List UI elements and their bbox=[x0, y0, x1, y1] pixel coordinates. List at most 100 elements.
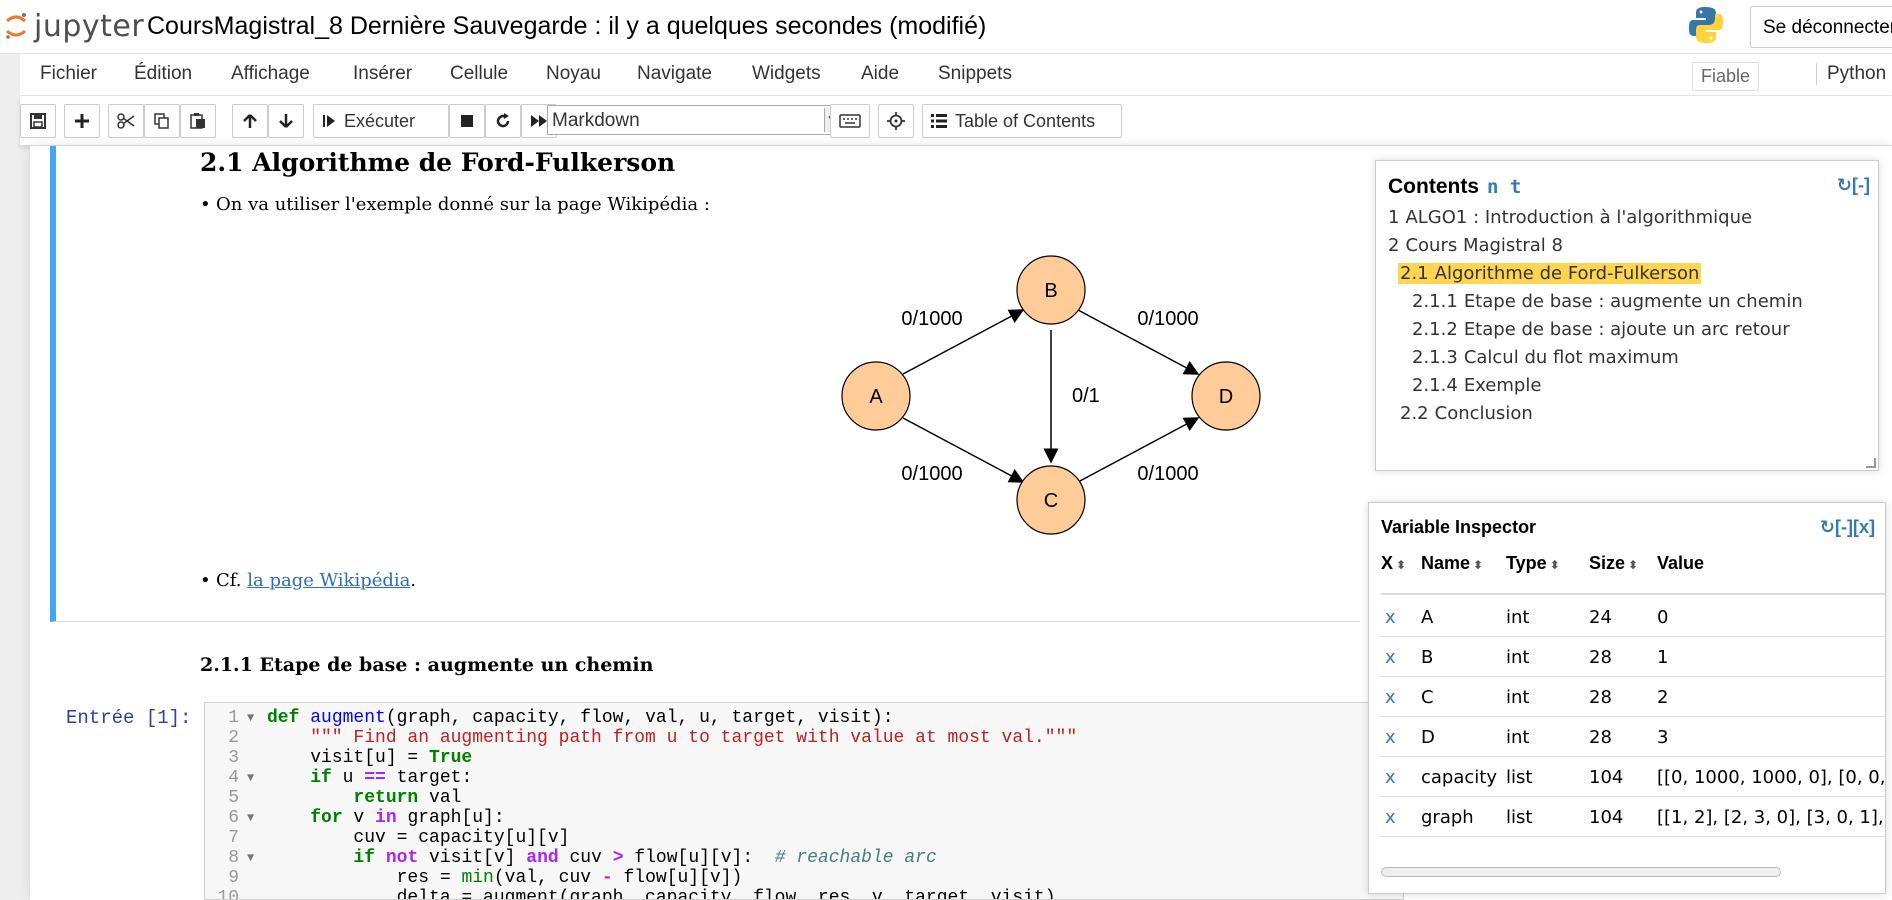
sort-icon: ⬍ bbox=[1628, 558, 1639, 572]
wikipedia-link[interactable]: la page Wikipédia bbox=[247, 570, 410, 591]
resize-handle[interactable] bbox=[1866, 458, 1876, 468]
move-down-button[interactable] bbox=[268, 104, 304, 138]
delete-var-button[interactable]: x bbox=[1385, 607, 1396, 628]
step-forward-icon bbox=[323, 115, 335, 127]
var-name: A bbox=[1421, 607, 1434, 628]
paste-button[interactable] bbox=[180, 104, 216, 138]
column-header-size[interactable]: Size ⬍ bbox=[1589, 553, 1638, 574]
toc-item[interactable]: 1 ALGO1 : Introduction à l'algorithmique bbox=[1388, 207, 1752, 228]
edge-a-c-label: 0/1000 bbox=[901, 463, 962, 485]
table-of-contents-button[interactable]: Table of Contents bbox=[922, 104, 1122, 138]
var-size: 24 bbox=[1589, 607, 1612, 628]
interrupt-button[interactable] bbox=[449, 104, 485, 138]
menu-noyau[interactable]: Noyau bbox=[546, 63, 601, 85]
column-header-type[interactable]: Type ⬍ bbox=[1506, 553, 1560, 574]
toc-item[interactable]: 2.1.4 Exemple bbox=[1412, 375, 1541, 396]
var-type: list bbox=[1506, 767, 1533, 788]
var-type: int bbox=[1506, 647, 1530, 668]
bullet-reference-prefix: Cf. bbox=[216, 570, 248, 591]
logout-button[interactable]: Se déconnecter bbox=[1750, 6, 1892, 48]
variable-inspector-controls[interactable]: ↻[-][x] bbox=[1820, 517, 1875, 538]
bullet-intro: On va utiliser l'exemple donné sur la pa… bbox=[200, 194, 710, 215]
var-value: [[0, 1000, 1000, 0], [0, 0, 1 bbox=[1657, 767, 1886, 788]
toc-item-active[interactable]: 2.1 Algorithme de Ford-Fulkerson bbox=[1398, 263, 1702, 284]
menu-affichage[interactable]: Affichage bbox=[231, 63, 310, 85]
table-row: x graph list 104 [[1, 2], [2, 3, 0], [3,… bbox=[1381, 797, 1886, 837]
var-name: C bbox=[1421, 687, 1434, 708]
subsection-heading: 2.1.1 Etape de base : augmente un chemin bbox=[200, 654, 654, 676]
menu-navigate[interactable]: Navigate bbox=[637, 63, 712, 85]
variable-inspector-panel: Variable Inspector ↻[-][x] X ⬍ Name ⬍ Type… bbox=[1368, 502, 1886, 894]
node-d-label: D bbox=[1219, 386, 1233, 408]
toc-item[interactable]: 2.1.2 Etape de base : ajoute un arc retou… bbox=[1412, 319, 1790, 340]
toc-controls[interactable]: ↻[-] bbox=[1837, 175, 1870, 196]
edge-b-d-label: 0/1000 bbox=[1137, 308, 1198, 330]
toc-item[interactable]: 2 Cours Magistral 8 bbox=[1388, 235, 1563, 256]
menu-widgets[interactable]: Widgets bbox=[752, 63, 821, 85]
toc-title: Contents n t bbox=[1388, 175, 1521, 199]
menu-fichier[interactable]: Fichier bbox=[40, 63, 97, 85]
delete-var-button[interactable]: x bbox=[1385, 727, 1396, 748]
delete-var-button[interactable]: x bbox=[1385, 687, 1396, 708]
var-size: 104 bbox=[1589, 807, 1624, 828]
variable-inspector-title: Variable Inspector bbox=[1381, 517, 1537, 537]
edge-c-d-label: 0/1000 bbox=[1137, 463, 1198, 485]
menu-edition[interactable]: Édition bbox=[134, 63, 192, 85]
save-icon bbox=[30, 113, 46, 129]
var-value: [[1, 2], [2, 3, 0], [3, 0, 1], [1 bbox=[1657, 807, 1886, 828]
table-row: x capacity list 104 [[0, 1000, 1000, 0],… bbox=[1381, 757, 1886, 797]
navigate-button[interactable] bbox=[878, 104, 914, 138]
var-type: int bbox=[1506, 727, 1530, 748]
save-button[interactable] bbox=[20, 104, 56, 138]
restart-button[interactable] bbox=[485, 104, 521, 138]
cut-button[interactable] bbox=[108, 104, 144, 138]
cell-type-value: Markdown bbox=[552, 110, 640, 131]
run-button[interactable]: Exécuter bbox=[313, 104, 449, 138]
column-header-x[interactable]: X ⬍ bbox=[1381, 553, 1406, 574]
column-header-name[interactable]: Name ⬍ bbox=[1421, 553, 1483, 574]
toc-item[interactable]: 2.2 Conclusion bbox=[1400, 403, 1533, 424]
arrow-down-icon bbox=[279, 114, 293, 128]
jupyter-icon bbox=[6, 13, 26, 39]
copy-button[interactable] bbox=[144, 104, 180, 138]
delete-var-button[interactable]: x bbox=[1385, 767, 1396, 788]
jupyter-logo[interactable]: jupyter bbox=[4, 6, 144, 46]
delete-var-button[interactable]: x bbox=[1385, 807, 1396, 828]
var-size: 28 bbox=[1589, 687, 1612, 708]
menu-cellule[interactable]: Cellule bbox=[450, 63, 508, 85]
menu-inserer[interactable]: Insérer bbox=[353, 63, 412, 85]
var-type: int bbox=[1506, 607, 1530, 628]
var-type: list bbox=[1506, 807, 1533, 828]
cell-type-select[interactable]: Markdown ▼ bbox=[547, 105, 841, 135]
trusted-badge[interactable]: Fiable bbox=[1692, 62, 1760, 91]
kernel-indicator[interactable]: Python 3 bbox=[1816, 63, 1892, 85]
notebook-title[interactable]: CoursMagistral_8 Dernière Sauvegarde : i… bbox=[147, 12, 986, 41]
horizontal-scrollbar[interactable] bbox=[1381, 867, 1781, 877]
var-name: D bbox=[1421, 727, 1435, 748]
code-editor[interactable]: 1 ▼ def augment(graph, capacity, flow, val… bbox=[204, 702, 1404, 900]
toc-title-text: Contents bbox=[1388, 175, 1479, 198]
section-heading: 2.1 Algorithme de Ford-Fulkerson bbox=[200, 148, 676, 177]
var-name: capacity bbox=[1421, 767, 1497, 788]
logo-text: jupyter bbox=[34, 8, 145, 44]
command-palette-button[interactable] bbox=[830, 104, 870, 138]
table-row: x C int 28 2 bbox=[1381, 677, 1885, 717]
toc-item[interactable]: 2.1.1 Etape de base : augmente un chemin bbox=[1412, 291, 1803, 312]
delete-var-button[interactable]: x bbox=[1385, 647, 1396, 668]
var-size: 28 bbox=[1589, 727, 1612, 748]
insert-cell-button[interactable] bbox=[64, 104, 100, 138]
var-value: 1 bbox=[1657, 647, 1669, 668]
plus-icon bbox=[75, 114, 89, 128]
column-header-value: Value bbox=[1657, 553, 1705, 573]
menu-snippets[interactable]: Snippets bbox=[938, 63, 1012, 85]
menu-aide[interactable]: Aide bbox=[861, 63, 899, 85]
bullet-reference-suffix: . bbox=[410, 570, 417, 591]
toc-item[interactable]: 2.1.3 Calcul du flot maximum bbox=[1412, 347, 1679, 368]
var-value: 2 bbox=[1657, 687, 1669, 708]
var-size: 28 bbox=[1589, 647, 1612, 668]
node-b-label: B bbox=[1044, 280, 1057, 302]
toc-number-toggle[interactable]: n t bbox=[1487, 176, 1521, 198]
sort-icon: ⬍ bbox=[1473, 558, 1484, 572]
move-up-button[interactable] bbox=[232, 104, 268, 138]
run-button-label: Exécuter bbox=[344, 110, 416, 131]
